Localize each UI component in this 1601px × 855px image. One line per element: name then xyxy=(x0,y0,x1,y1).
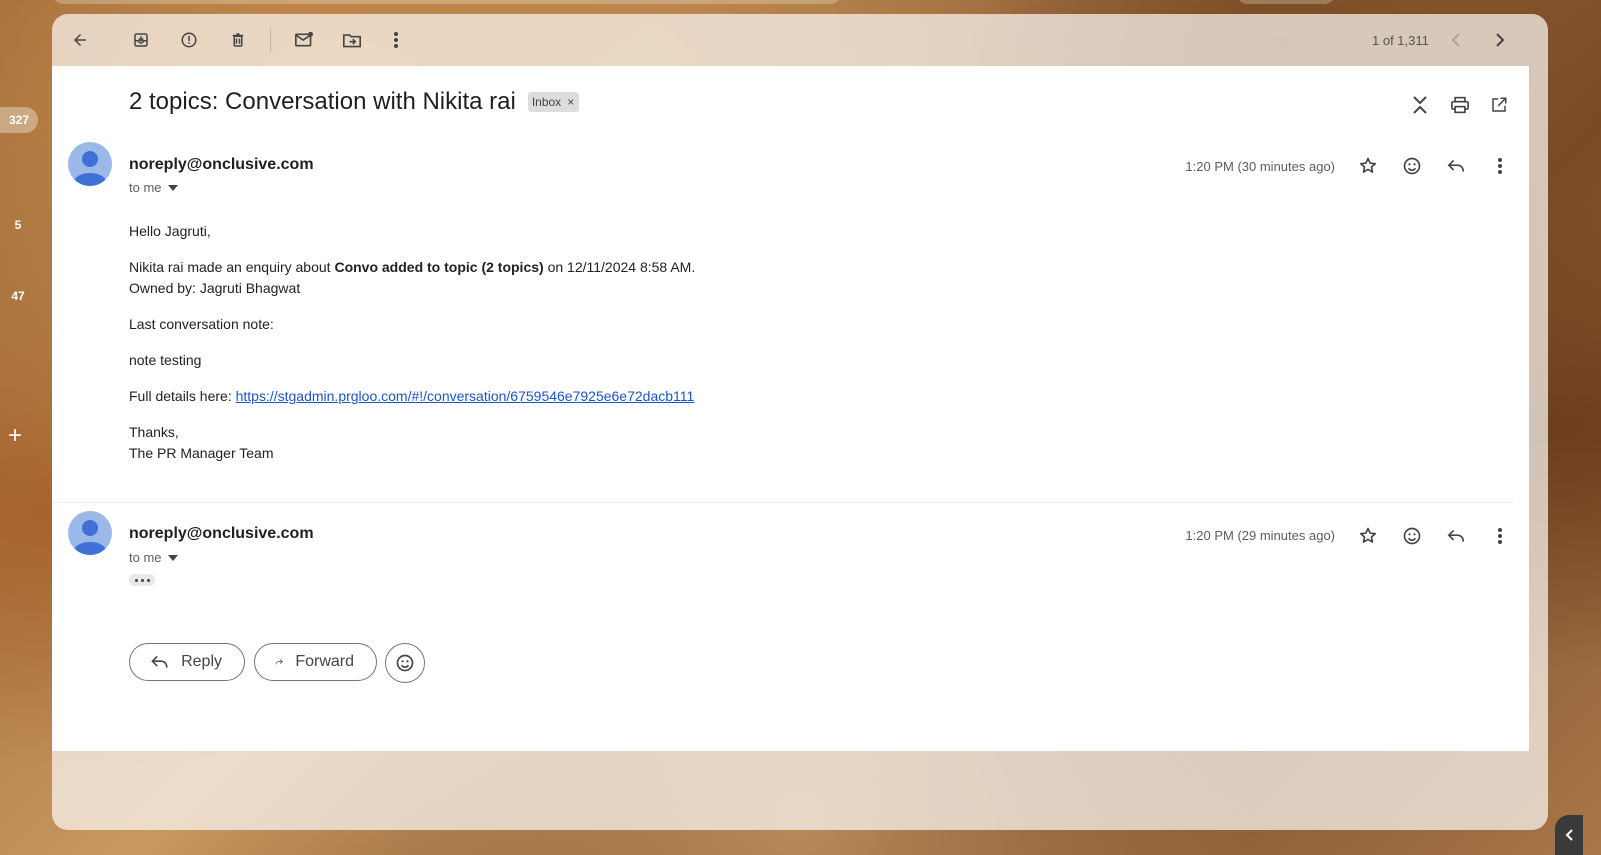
rail-count-3[interactable]: 47 xyxy=(0,289,36,303)
subject-row: 2 topics: Conversation with Nikita rai I… xyxy=(129,88,580,116)
more-vert-icon[interactable] xyxy=(382,26,410,54)
newer-chevron-left-icon[interactable] xyxy=(1442,26,1470,54)
message-divider xyxy=(52,502,1513,503)
owner-text: Owned by: Jagruti Bhagwat xyxy=(129,280,301,296)
mail-toolbar: 1 of 1,311 xyxy=(52,14,1548,66)
avatar[interactable] xyxy=(68,511,112,555)
message-time: 1:20 PM (29 minutes ago) xyxy=(1185,528,1335,543)
greeting: Hello Jagruti, xyxy=(129,223,211,239)
reply-button[interactable]: Reply xyxy=(129,643,245,681)
chevron-down-icon[interactable] xyxy=(167,184,178,191)
archive-icon[interactable] xyxy=(127,26,155,54)
forward-button[interactable]: Forward xyxy=(254,643,377,681)
emoji-reaction-icon[interactable] xyxy=(1399,523,1425,549)
details-line: Full details here: https://stgadmin.prgl… xyxy=(129,386,695,407)
inbox-unread-count[interactable]: 327 xyxy=(0,107,38,133)
collapse-all-icon[interactable] xyxy=(1407,92,1433,118)
enquiry-text: Nikita rai made an enquiry about Convo a… xyxy=(129,257,695,299)
mark-unread-icon[interactable] xyxy=(290,26,318,54)
pager-count: 1 of 1,311 xyxy=(1372,33,1429,48)
star-icon[interactable] xyxy=(1355,523,1381,549)
signoff: Thanks, The PR Manager Team xyxy=(129,422,695,464)
remove-label-icon[interactable]: × xyxy=(567,95,574,109)
add-label-icon[interactable]: + xyxy=(8,424,22,448)
enquiry-text-post: on 12/11/2024 8:58 AM. xyxy=(543,259,696,275)
header-pill-edge xyxy=(1236,0,1336,4)
delete-icon[interactable] xyxy=(224,26,252,54)
star-icon[interactable] xyxy=(1355,153,1381,179)
rail-count-2[interactable]: 5 xyxy=(0,218,36,232)
inbox-label-chip[interactable]: Inbox × xyxy=(527,92,580,112)
enquiry-topic: Convo added to topic (2 topics) xyxy=(334,259,544,275)
print-icon[interactable] xyxy=(1447,92,1473,118)
emoji-react-button[interactable] xyxy=(385,643,425,683)
note-text: note testing xyxy=(129,352,202,368)
chevron-down-icon[interactable] xyxy=(167,554,178,561)
toolbar-divider xyxy=(270,28,271,52)
message-more-icon[interactable] xyxy=(1487,523,1513,549)
recipient-details[interactable]: to me xyxy=(129,550,178,565)
reply-icon[interactable] xyxy=(1443,153,1469,179)
thanks-text: Thanks, xyxy=(129,424,179,440)
note-label: Last conversation note: xyxy=(129,316,274,332)
message-more-icon[interactable] xyxy=(1487,153,1513,179)
conversation-view: 2 topics: Conversation with Nikita rai I… xyxy=(52,66,1529,751)
recipient-text: to me xyxy=(129,180,162,195)
report-spam-icon[interactable] xyxy=(175,26,203,54)
reply-label: Reply xyxy=(181,653,222,670)
older-chevron-right-icon[interactable] xyxy=(1486,26,1514,54)
reply-icon xyxy=(151,655,168,668)
sender-name[interactable]: noreply@onclusive.com xyxy=(129,525,314,543)
message-body: Hello Jagruti, Nikita rai made an enquir… xyxy=(129,221,695,479)
emoji-reaction-icon[interactable] xyxy=(1399,153,1425,179)
details-label: Full details here: xyxy=(129,388,236,404)
open-new-window-icon[interactable] xyxy=(1486,92,1512,118)
team-text: The PR Manager Team xyxy=(129,445,274,461)
side-panel-toggle[interactable] xyxy=(1555,815,1583,855)
show-trimmed-content-button[interactable] xyxy=(129,574,155,586)
label-text: Inbox xyxy=(531,95,562,109)
forward-icon xyxy=(275,659,283,665)
details-link[interactable]: https://stgadmin.prgloo.com/#!/conversat… xyxy=(236,388,695,404)
forward-label: Forward xyxy=(295,653,354,670)
reply-icon[interactable] xyxy=(1443,523,1469,549)
back-arrow-icon[interactable] xyxy=(66,26,94,54)
chevron-left-icon xyxy=(1565,829,1573,841)
search-bar-edge xyxy=(52,0,842,4)
recipient-text: to me xyxy=(129,550,162,565)
recipient-details[interactable]: to me xyxy=(129,180,178,195)
page-title: 2 topics: Conversation with Nikita rai xyxy=(129,88,516,115)
move-to-icon[interactable] xyxy=(338,26,366,54)
mail-panel: 1 of 1,311 2 topics: Conversation with N… xyxy=(52,14,1548,830)
avatar[interactable] xyxy=(68,142,112,186)
sender-name[interactable]: noreply@onclusive.com xyxy=(129,156,314,174)
emoji-icon xyxy=(396,654,414,672)
message-time: 1:20 PM (30 minutes ago) xyxy=(1185,159,1335,174)
enquiry-text-pre: Nikita rai made an enquiry about xyxy=(129,259,335,275)
